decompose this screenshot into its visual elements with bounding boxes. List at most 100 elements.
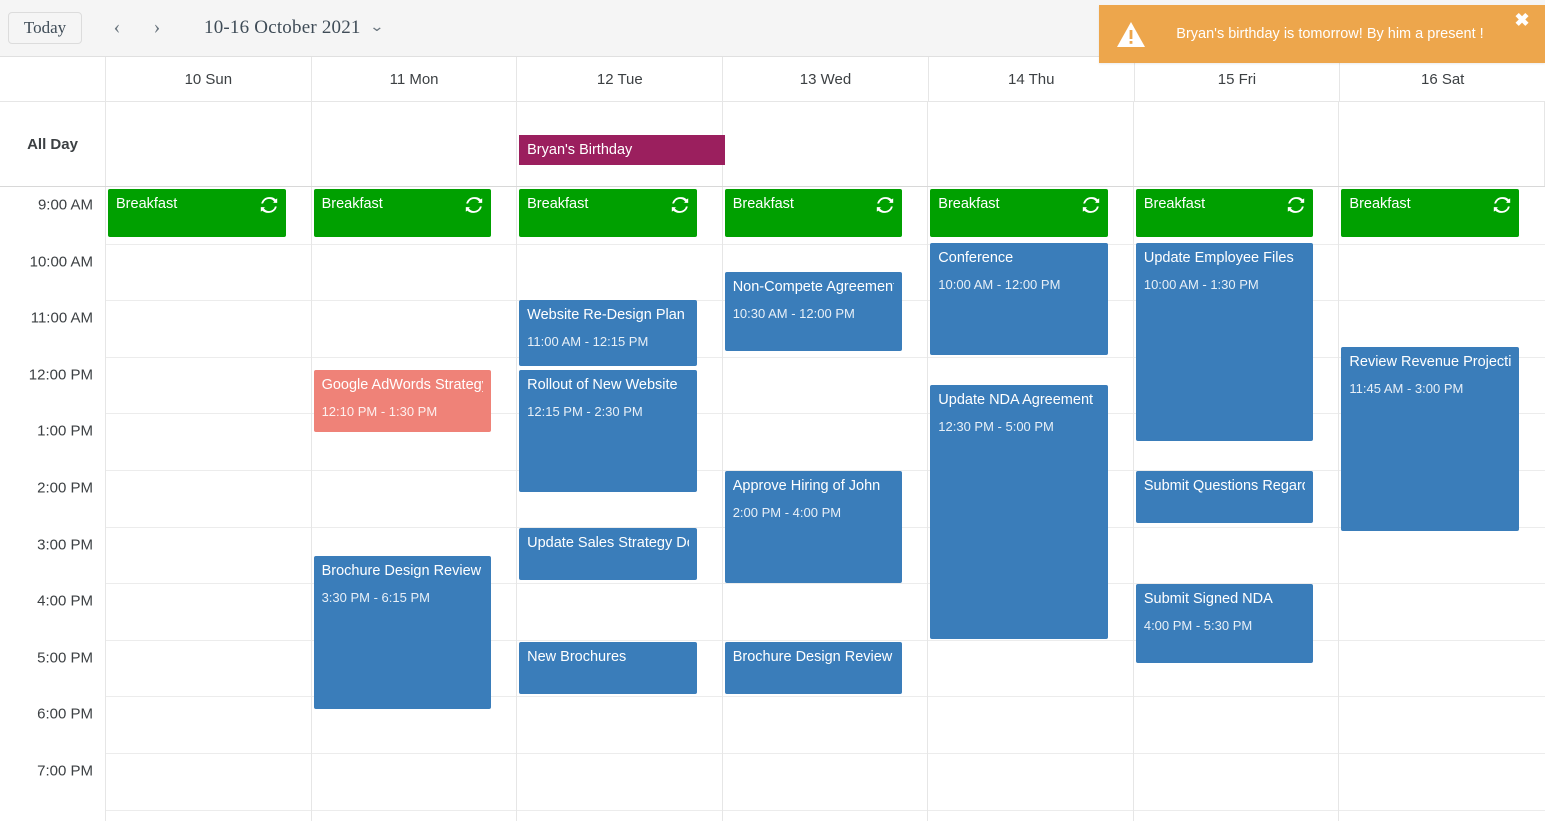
calendar-event[interactable]: Breakfast xyxy=(1341,189,1519,237)
calendar-event[interactable]: Approve Hiring of John 2:00 PM - 4:00 PM xyxy=(724,471,903,583)
calendar-event[interactable]: Rollout of New Website 12:15 PM - 2:30 PM xyxy=(519,370,697,492)
event-time: 12:15 PM - 2:30 PM xyxy=(527,404,643,419)
event-title: Update Employee Files xyxy=(1143,250,1294,266)
day-header-6[interactable]: 16 Sat xyxy=(1340,57,1545,101)
today-button[interactable]: Today xyxy=(8,12,82,44)
time-label-4: 1:00 PM xyxy=(37,422,93,440)
event-title: Breakfast xyxy=(1349,196,1411,212)
recurring-icon xyxy=(1082,196,1100,214)
event-title: Rollout of New Website xyxy=(527,377,678,393)
event-title: Breakfast xyxy=(321,196,383,212)
all-day-cell-5[interactable] xyxy=(1134,102,1340,186)
all-day-cell-4[interactable] xyxy=(928,102,1134,186)
calendar-event[interactable]: Review Revenue Projections 11:45 AM - 3:0… xyxy=(1341,347,1519,531)
day-column-1[interactable] xyxy=(312,187,518,821)
event-time: 12:30 PM - 5:00 PM xyxy=(938,419,1054,434)
time-label-6: 3:00 PM xyxy=(37,536,93,554)
warning-triangle-icon xyxy=(1111,21,1151,48)
all-day-cell-0[interactable] xyxy=(106,102,312,186)
calendar-app: Today ‹ › 10-16 October 2021 ⌄ Bryan's b… xyxy=(0,0,1545,821)
recurring-icon xyxy=(876,196,894,214)
all-day-cells[interactable]: Bryan's Birthday xyxy=(106,102,1545,186)
calendar-event[interactable]: Update Employee Files 10:00 AM - 1:30 PM xyxy=(1135,243,1314,441)
time-gutter-header xyxy=(0,57,106,101)
event-title: Approve Hiring of John xyxy=(732,478,881,494)
day-header-4[interactable]: 14 Thu xyxy=(929,57,1135,101)
all-day-cell-3[interactable] xyxy=(723,102,929,186)
event-time: 10:00 AM - 1:30 PM xyxy=(1143,277,1259,292)
event-title: Submit Questions Regarding NDA xyxy=(1143,478,1306,494)
time-label-2: 11:00 AM xyxy=(30,309,93,327)
event-time: 12:10 PM - 1:30 PM xyxy=(321,404,438,419)
day-header-2[interactable]: 12 Tue xyxy=(517,57,724,101)
calendar-event[interactable]: Update NDA Agreement 12:30 PM - 5:00 PM xyxy=(930,385,1108,639)
calendar-event[interactable]: Update Sales Strategy Docs xyxy=(519,528,697,580)
time-label-3: 12:00 PM xyxy=(28,366,93,384)
calendar-event[interactable]: Submit Signed NDA 4:00 PM - 5:30 PM xyxy=(1135,584,1314,663)
time-label-7: 4:00 PM xyxy=(37,592,93,610)
calendar-event[interactable]: Breakfast xyxy=(313,189,492,237)
previous-week-button[interactable]: ‹ xyxy=(100,12,134,44)
event-time: 11:00 AM - 12:15 PM xyxy=(527,334,649,349)
calendar-event[interactable]: Breakfast xyxy=(519,189,697,237)
event-title: Brochure Design Review xyxy=(732,649,893,665)
event-time: 4:00 PM - 5:30 PM xyxy=(1143,618,1253,633)
calendar-event[interactable]: Submit Questions Regarding NDA xyxy=(1135,471,1314,523)
event-title: Breakfast xyxy=(1143,196,1206,212)
day-header-5[interactable]: 15 Fri xyxy=(1135,57,1341,101)
all-day-row: All Day Bryan's Birthday xyxy=(0,102,1545,187)
event-title: Breakfast xyxy=(732,196,794,212)
day-columns: Breakfast Breakfast Breakfast Breakfast Brea… xyxy=(106,187,1545,821)
notification-message: Bryan's birthday is tomorrow! By him a p… xyxy=(1176,26,1484,42)
recurring-icon xyxy=(671,196,689,214)
event-time: 10:30 AM - 12:00 PM xyxy=(732,306,855,321)
all-day-cell-6[interactable] xyxy=(1339,102,1545,186)
event-title: Website Re-Design Plan xyxy=(527,307,685,323)
all-day-cell-1[interactable] xyxy=(312,102,518,186)
event-title: Submit Signed NDA xyxy=(1143,591,1273,607)
close-icon[interactable]: ✖ xyxy=(1509,11,1535,29)
next-week-button[interactable]: › xyxy=(140,12,174,44)
calendar-event[interactable]: Conference 10:00 AM - 12:00 PM xyxy=(930,243,1108,355)
day-header-1[interactable]: 11 Mon xyxy=(312,57,518,101)
day-header-0[interactable]: 10 Sun xyxy=(106,57,312,101)
recurring-icon xyxy=(1287,196,1305,214)
time-label-8: 5:00 PM xyxy=(37,649,93,667)
time-gutter: 9:00 AM 10:00 AM 11:00 AM 12:00 PM 1:00 PM 2:… xyxy=(0,187,106,821)
time-label-5: 2:00 PM xyxy=(37,479,93,497)
event-title: Review Revenue Projections xyxy=(1349,354,1511,370)
calendar-event[interactable]: Breakfast xyxy=(1135,189,1314,237)
event-title: Non-Compete Agreements xyxy=(732,279,895,295)
recurring-icon xyxy=(260,196,278,214)
time-label-1: 10:00 AM xyxy=(29,253,93,271)
event-time: 2:00 PM - 4:00 PM xyxy=(732,505,842,520)
time-label-9: 6:00 PM xyxy=(37,705,93,723)
event-title: New Brochures xyxy=(527,649,627,665)
calendar-event[interactable]: Website Re-Design Plan 11:00 AM - 12:15 P… xyxy=(519,300,697,366)
date-range-label: 10-16 October 2021 xyxy=(204,17,361,38)
event-title: Breakfast xyxy=(527,196,589,212)
day-column-2[interactable] xyxy=(517,187,723,821)
calendar-event[interactable]: Brochure Design Review xyxy=(724,642,903,694)
event-time: 11:45 AM - 3:00 PM xyxy=(1349,381,1464,396)
recurring-icon xyxy=(465,196,483,214)
event-title: Google AdWords Strategy xyxy=(321,377,484,393)
notification-banner[interactable]: Bryan's birthday is tomorrow! By him a p… xyxy=(1099,5,1545,63)
all-day-event[interactable]: Bryan's Birthday xyxy=(519,135,726,165)
day-header-3[interactable]: 13 Wed xyxy=(723,57,929,101)
time-label-0: 9:00 AM xyxy=(37,196,93,214)
calendar-event[interactable]: Breakfast xyxy=(930,189,1108,237)
date-range-selector[interactable]: 10-16 October 2021 ⌄ xyxy=(204,17,384,39)
calendar-event[interactable]: Non-Compete Agreements 10:30 AM - 12:00 P… xyxy=(724,272,903,351)
calendar-event[interactable]: Google AdWords Strategy 12:10 PM - 1:30 P… xyxy=(313,370,492,432)
day-column-0[interactable] xyxy=(106,187,312,821)
day-header-row: 10 Sun 11 Mon 12 Tue 13 Wed 14 Thu 15 Fr… xyxy=(0,57,1545,102)
calendar-event[interactable]: New Brochures xyxy=(519,642,697,694)
event-title: Update NDA Agreement xyxy=(938,392,1094,408)
calendar-event[interactable]: Breakfast xyxy=(108,189,286,237)
event-title: Brochure Design Review xyxy=(321,563,482,579)
event-title: Breakfast xyxy=(938,196,1000,212)
calendar-event[interactable]: Brochure Design Review 3:30 PM - 6:15 PM xyxy=(313,556,492,709)
calendar-event[interactable]: Breakfast xyxy=(724,189,903,237)
event-title: Update Sales Strategy Docs xyxy=(527,535,689,551)
